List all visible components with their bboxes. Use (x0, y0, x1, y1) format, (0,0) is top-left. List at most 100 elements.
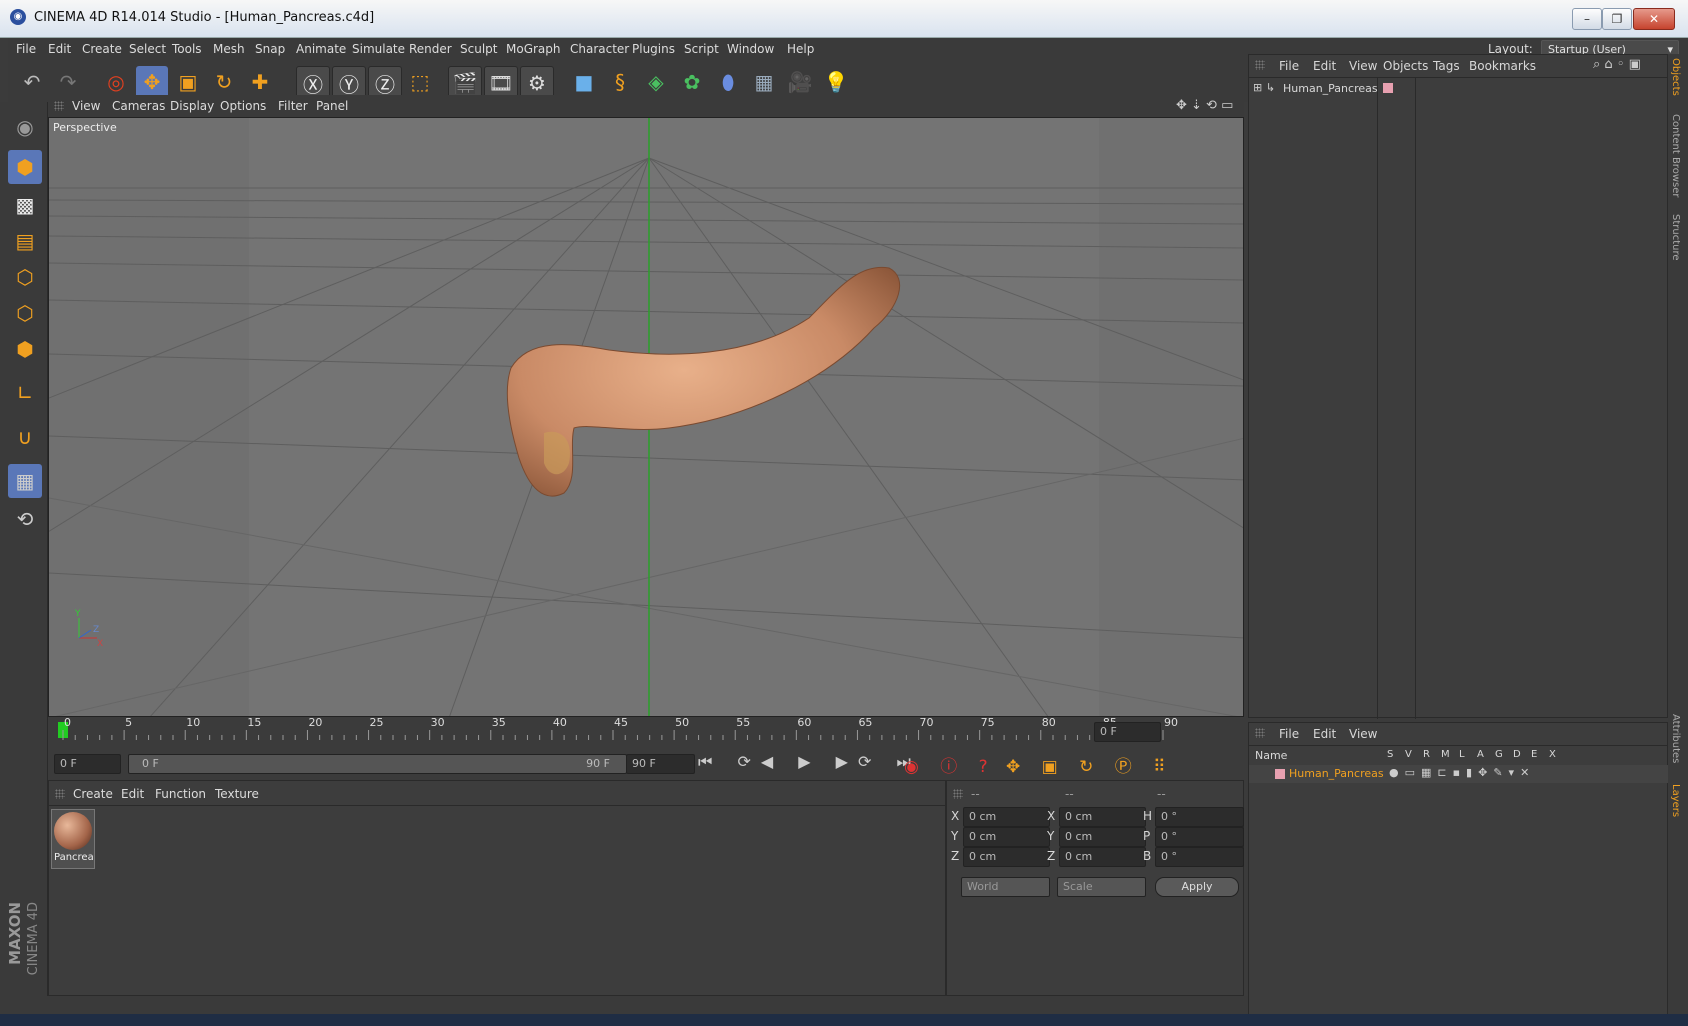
layer-column-header[interactable]: E (1531, 749, 1537, 760)
menu-sculpt[interactable]: Sculpt (460, 42, 497, 56)
rotation-b-field[interactable]: 0 ° (1155, 847, 1244, 867)
array-icon[interactable]: ✿ (676, 66, 708, 98)
spline-icon[interactable]: § (604, 66, 636, 98)
size-mode-select[interactable]: Scale (1057, 877, 1146, 897)
layer-column-header[interactable]: D (1513, 749, 1521, 760)
menu-character[interactable]: Character (570, 42, 629, 56)
playback-buttons[interactable]: ⏮ ⟳◀ ▶ ▶⟳ ⏭ (698, 752, 921, 772)
polygons-mode-icon[interactable]: ⬢ (8, 332, 42, 366)
live-selection-icon[interactable]: ◎ (100, 66, 132, 98)
rotation-h-field[interactable]: 0 ° (1155, 807, 1244, 827)
layer-toggle-icons[interactable]: ●▭▦⊏▪▮✥✎▾✕ (1389, 766, 1535, 779)
menu-mograph[interactable]: MoGraph (506, 42, 561, 56)
panel-grip[interactable] (54, 101, 64, 111)
tab-layers[interactable]: Layers (1670, 784, 1681, 817)
redo-icon[interactable]: ↷ (52, 66, 84, 98)
menu-simulate[interactable]: Simulate (352, 42, 405, 56)
viewport-navigation-icons[interactable]: ✥ ⇣ ⟲ ▭ (1176, 98, 1233, 113)
menu-animate[interactable]: Animate (296, 42, 346, 56)
deformer-icon[interactable]: ⬮ (712, 66, 744, 98)
scale-tool-icon[interactable]: ▣ (172, 66, 204, 98)
layer-column-header[interactable]: R (1423, 749, 1430, 760)
layer-column-header[interactable]: S (1387, 749, 1393, 760)
panel-grip[interactable] (1255, 728, 1265, 738)
object-menu-file[interactable]: File (1279, 59, 1299, 73)
maximize-button[interactable]: ❐ (1602, 8, 1632, 30)
material-swatch[interactable]: Pancrea (51, 809, 95, 869)
nurbs-icon[interactable]: ◈ (640, 66, 672, 98)
recent-tool-icon[interactable]: ✚ (244, 66, 276, 98)
menu-select[interactable]: Select (129, 42, 166, 56)
size-x-field[interactable]: 0 cm (1059, 807, 1146, 827)
frame-range-slider[interactable]: 0 F 90 F (128, 754, 627, 774)
object-menu-bookmarks[interactable]: Bookmarks (1469, 59, 1536, 73)
viewport-menu-filter[interactable]: Filter (278, 99, 308, 113)
undo-icon[interactable]: ↶ (16, 66, 48, 98)
perspective-viewport[interactable]: Y Z X Perspective (48, 117, 1244, 717)
position-y-field[interactable]: 0 cm (963, 827, 1050, 847)
layer-column-header[interactable]: V (1405, 749, 1412, 760)
camera-icon[interactable]: 🎥 (784, 66, 816, 98)
object-menu-objects[interactable]: Objects (1383, 59, 1428, 73)
apply-button[interactable]: Apply (1155, 877, 1239, 897)
close-button[interactable]: ✕ (1633, 8, 1675, 30)
viewport-menu-options[interactable]: Options (220, 99, 266, 113)
make-editable-icon[interactable]: ◉ (8, 110, 42, 144)
light-icon[interactable]: 💡 (820, 66, 852, 98)
panel-grip[interactable] (1255, 60, 1265, 70)
menu-plugins[interactable]: Plugins (632, 42, 675, 56)
tab-attributes[interactable]: Attributes (1670, 714, 1681, 763)
start-frame-field[interactable]: 0 F (54, 754, 121, 774)
layer-column-header[interactable]: X (1549, 749, 1556, 760)
layer-column-header[interactable]: G (1495, 749, 1503, 760)
layer-menu-edit[interactable]: Edit (1313, 727, 1336, 741)
viewport-menu-display[interactable]: Display (170, 99, 214, 113)
texture-mode-icon[interactable]: ▩ (8, 188, 42, 222)
menu-render[interactable]: Render (409, 42, 452, 56)
viewport-menu-panel[interactable]: Panel (316, 99, 348, 113)
material-menu-function[interactable]: Function (155, 787, 206, 801)
object-menu-tags[interactable]: Tags (1433, 59, 1460, 73)
snap-icon[interactable]: ⟲ (8, 502, 42, 536)
menu-window[interactable]: Window (727, 42, 774, 56)
keyframe-buttons[interactable]: ✥ ▣ ↻ Ⓟ ⠿ (1006, 752, 1174, 777)
menu-edit[interactable]: Edit (48, 42, 71, 56)
menu-help[interactable]: Help (787, 42, 814, 56)
layer-column-header[interactable]: L (1459, 749, 1465, 760)
size-y-field[interactable]: 0 cm (1059, 827, 1146, 847)
timeline-ruler[interactable]: 051015202530354045505560657075808590 0 F (48, 716, 1244, 744)
cube-primitive-icon[interactable]: ■ (568, 66, 600, 98)
rotation-p-field[interactable]: 0 ° (1155, 827, 1244, 847)
end-frame-field[interactable]: 90 F (626, 754, 695, 774)
layer-menu-file[interactable]: File (1279, 727, 1299, 741)
object-menu-edit[interactable]: Edit (1313, 59, 1336, 73)
menu-script[interactable]: Script (684, 42, 719, 56)
panel-grip[interactable] (953, 789, 963, 799)
menu-file[interactable]: File (16, 42, 36, 56)
floor-icon[interactable]: ▦ (748, 66, 780, 98)
coordinate-system-icon[interactable]: ⬚ (404, 66, 436, 98)
move-tool-icon[interactable]: ✥ (136, 66, 168, 98)
tab-objects[interactable]: Objects (1670, 58, 1681, 96)
layer-menu-view[interactable]: View (1349, 727, 1377, 741)
magnet-icon[interactable]: ∪ (8, 420, 42, 454)
menu-tools[interactable]: Tools (172, 42, 202, 56)
workplane-mode-icon[interactable]: ▤ (8, 224, 42, 258)
material-tag-icon[interactable] (1383, 83, 1393, 93)
layer-color-swatch[interactable] (1275, 769, 1285, 779)
layer-column-header[interactable]: M (1441, 749, 1450, 760)
layer-row[interactable]: Human_Pancreas ●▭▦⊏▪▮✥✎▾✕ (1249, 765, 1669, 783)
minimize-button[interactable]: – (1572, 8, 1602, 30)
record-buttons[interactable]: ◉ ⓘ ? (904, 752, 996, 777)
size-z-field[interactable]: 0 cm (1059, 847, 1146, 867)
workplane-lock-icon[interactable]: ▦ (8, 464, 42, 498)
material-menu-create[interactable]: Create (73, 787, 113, 801)
tab-structure[interactable]: Structure (1670, 214, 1681, 261)
position-x-field[interactable]: 0 cm (963, 807, 1050, 827)
axis-mode-icon[interactable]: ∟ (8, 376, 42, 410)
material-menu-edit[interactable]: Edit (121, 787, 144, 801)
menu-snap[interactable]: Snap (255, 42, 285, 56)
model-mode-icon[interactable]: ⬢ (8, 150, 42, 184)
panel-grip[interactable] (55, 789, 65, 799)
viewport-menu-view[interactable]: View (72, 99, 100, 113)
